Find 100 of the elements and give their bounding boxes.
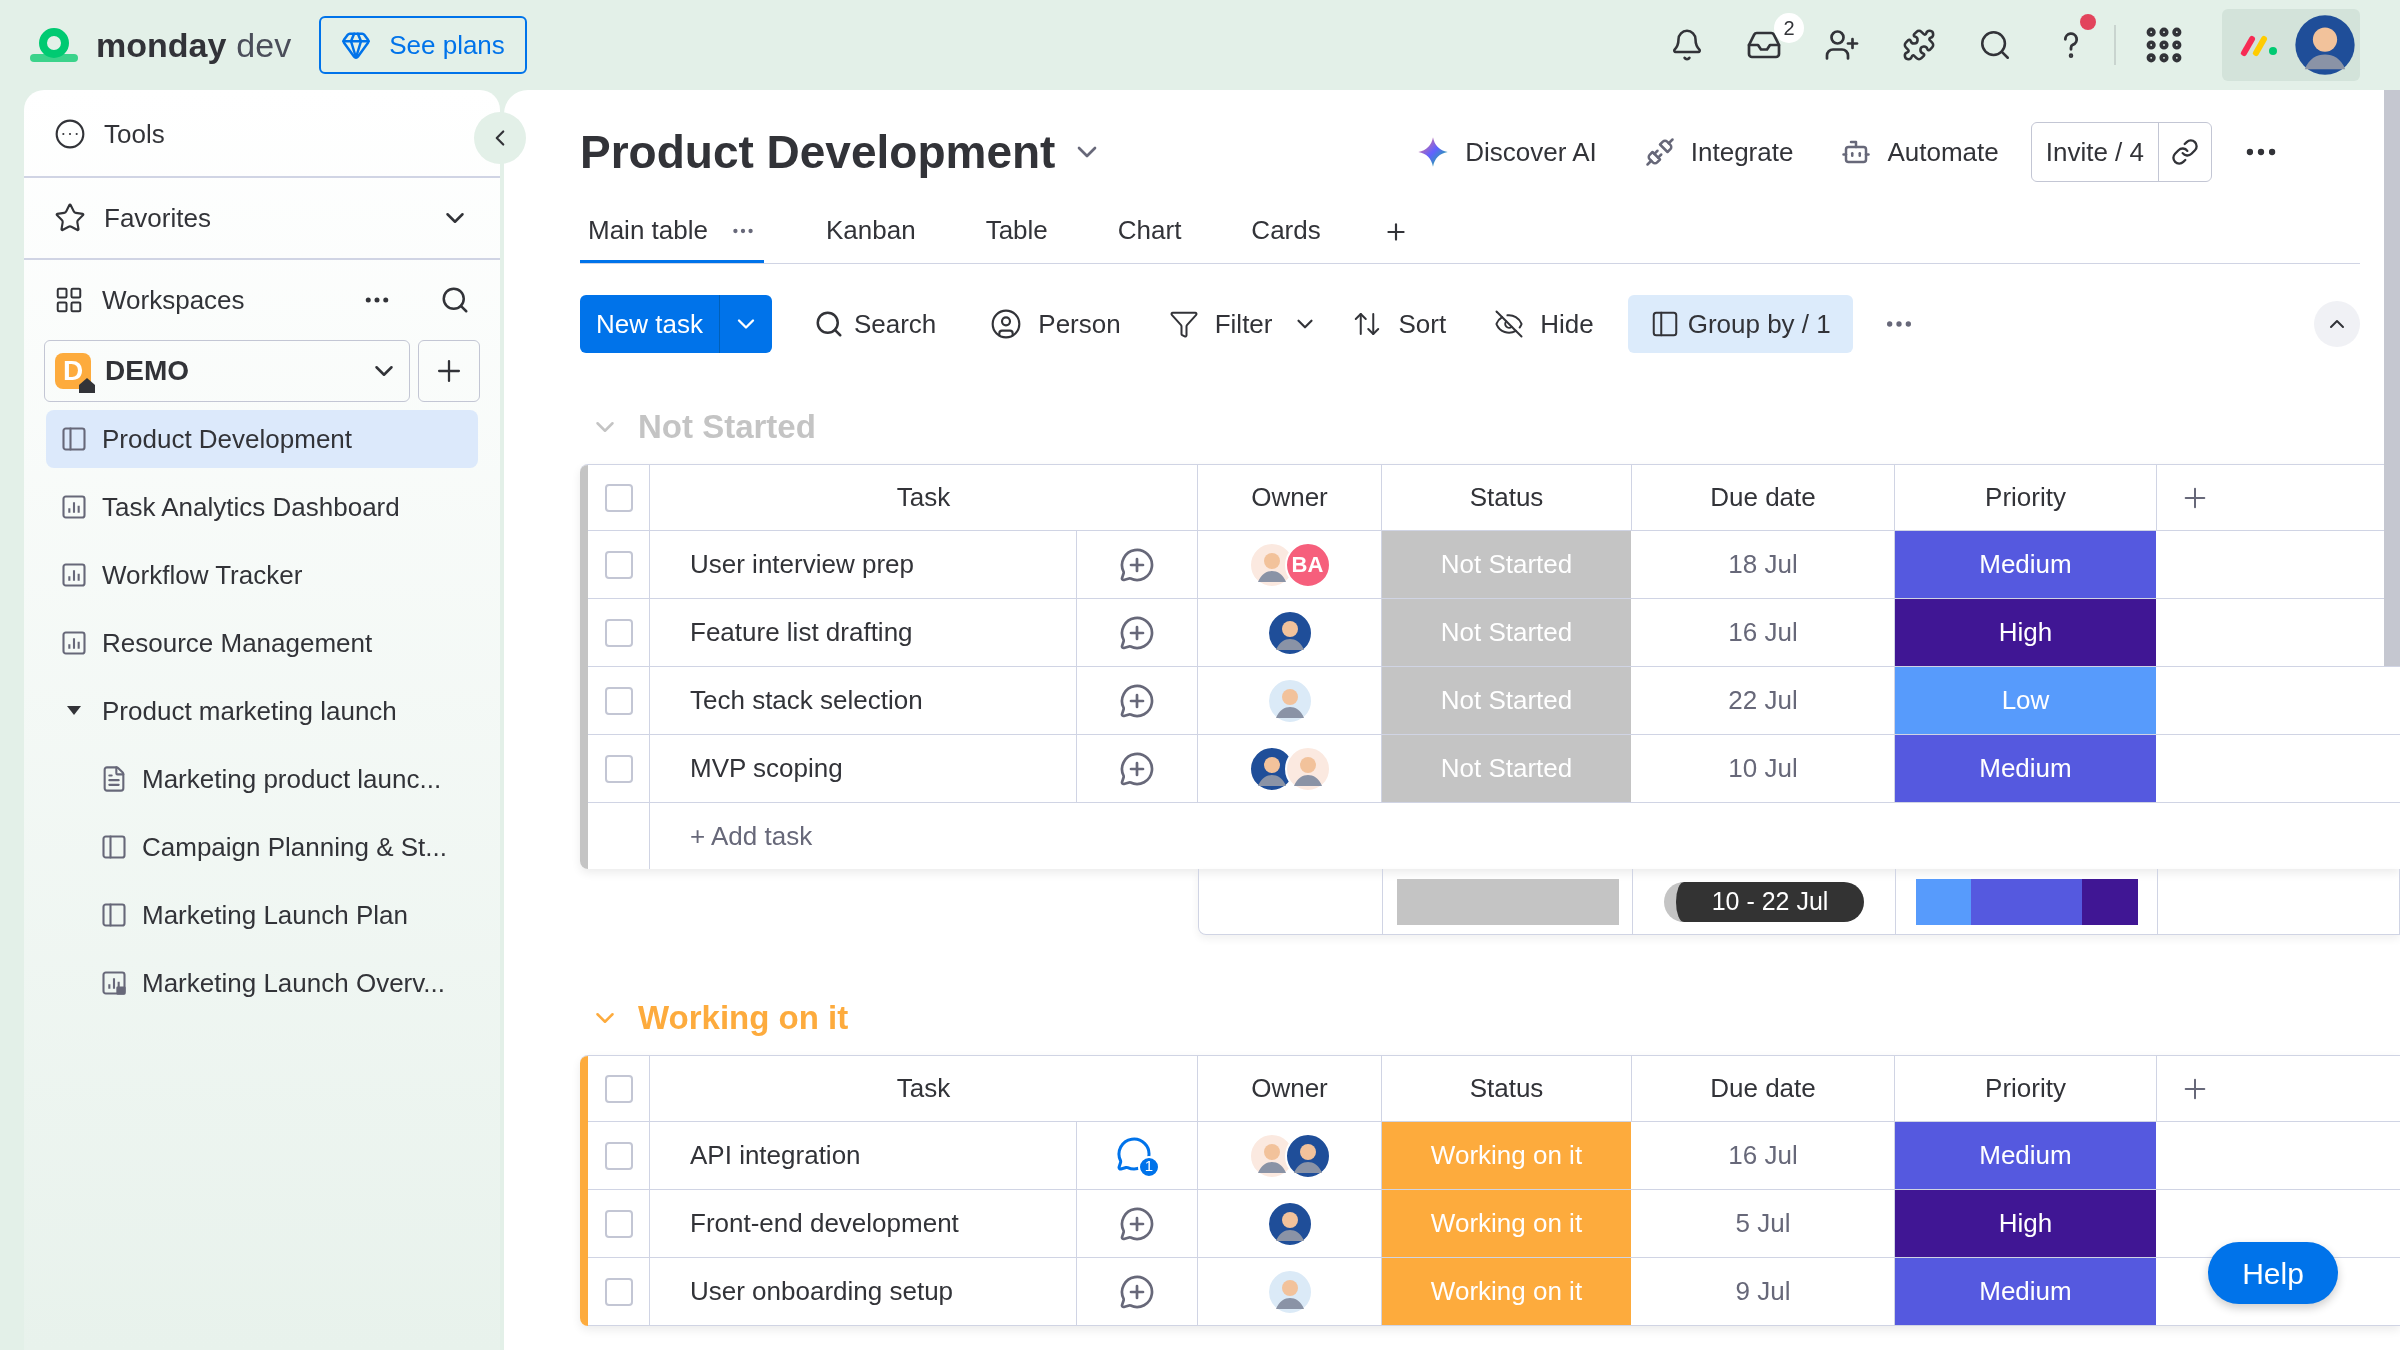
- account-switcher[interactable]: [2222, 9, 2360, 81]
- user-avatar[interactable]: [2294, 14, 2356, 76]
- workspace-selector[interactable]: D DEMO: [44, 340, 410, 402]
- speech-bubble-icon: [1116, 1135, 1152, 1172]
- unplug-icon: [1644, 137, 1675, 167]
- priority-cell[interactable]: High: [1895, 1190, 2157, 1257]
- inbox-badge: 2: [1774, 13, 1804, 43]
- column-header: Status: [1469, 481, 1544, 514]
- filter-button[interactable]: Filter: [1168, 304, 1273, 344]
- add-update-icon[interactable]: [1119, 546, 1155, 583]
- see-plans-button[interactable]: See plans: [319, 16, 527, 74]
- caret-icon[interactable]: [67, 706, 81, 716]
- board-icon: [100, 901, 128, 929]
- checkbox[interactable]: [604, 1141, 633, 1170]
- person-filter-button[interactable]: Person: [990, 304, 1121, 344]
- locked-chart-icon: [100, 969, 128, 997]
- search-icon[interactable]: [440, 285, 470, 315]
- add-update-icon[interactable]: [1119, 1205, 1155, 1242]
- checkbox[interactable]: [604, 754, 633, 783]
- header-action-button[interactable]: Integrate: [1644, 132, 1794, 172]
- priority-cell[interactable]: Medium: [1895, 531, 2157, 598]
- due-date[interactable]: 22 Jul: [1728, 681, 1798, 720]
- workspaces-label: Workspaces: [102, 283, 246, 317]
- comment-count-icon[interactable]: 1: [1116, 1135, 1158, 1176]
- due-date[interactable]: 16 Jul: [1728, 613, 1798, 652]
- task-name[interactable]: User interview prep: [690, 545, 914, 584]
- due-date[interactable]: 18 Jul: [1728, 545, 1798, 584]
- column-header: Priority: [1985, 481, 2066, 514]
- sidebar-item[interactable]: Campaign Planning & St...: [46, 818, 478, 876]
- notifications-icon[interactable]: [1670, 28, 1704, 62]
- board-icon: [60, 425, 88, 453]
- checkbox[interactable]: [604, 618, 633, 647]
- sidebar-item[interactable]: Resource Management: [46, 614, 478, 672]
- add-button[interactable]: [418, 340, 480, 402]
- priority-cell[interactable]: Medium: [1895, 1122, 2157, 1189]
- task-name[interactable]: API integration: [690, 1136, 861, 1175]
- sidebar-item[interactable]: Product marketing launch: [46, 682, 478, 740]
- due-date[interactable]: 9 Jul: [1735, 1272, 1791, 1311]
- column-header: Owner: [1251, 481, 1328, 514]
- sidebar-item[interactable]: Marketing Launch Overv...: [46, 954, 478, 1012]
- view-tab[interactable]: Kanban: [817, 201, 924, 263]
- column-header: Priority: [1985, 1072, 2066, 1105]
- sort-button[interactable]: Sort: [1352, 304, 1447, 344]
- task-name[interactable]: MVP scoping: [690, 749, 843, 788]
- help-button[interactable]: Help: [2208, 1242, 2338, 1304]
- checkbox[interactable]: [604, 1074, 633, 1103]
- checkbox[interactable]: [604, 550, 633, 579]
- hide-button[interactable]: Hide: [1494, 304, 1594, 344]
- due-date[interactable]: 10 Jul: [1728, 749, 1798, 788]
- sidebar-item[interactable]: Workflow Tracker: [46, 546, 478, 604]
- header-action-button[interactable]: Discover AI: [1417, 132, 1597, 172]
- view-tab[interactable]: Main table: [580, 201, 764, 263]
- add-update-icon[interactable]: [1119, 750, 1155, 787]
- header-action-button[interactable]: Automate: [1841, 132, 1999, 172]
- add-update-icon[interactable]: [1119, 614, 1155, 651]
- due-date[interactable]: 5 Jul: [1735, 1204, 1791, 1243]
- workspace-name: DEMO: [105, 354, 190, 388]
- date-range-pill: 10 - 22 Jul: [1664, 881, 1864, 922]
- priority-cell[interactable]: Medium: [1895, 735, 2157, 802]
- brand-name: monday: [96, 24, 227, 66]
- due-date[interactable]: 16 Jul: [1728, 1136, 1798, 1175]
- task-name[interactable]: Feature list drafting: [690, 613, 913, 652]
- invite-member-icon[interactable]: [1824, 27, 1860, 63]
- checkbox[interactable]: [604, 483, 633, 512]
- task-name[interactable]: Tech stack selection: [690, 681, 923, 720]
- sidebar-item[interactable]: Marketing product launc...: [46, 750, 478, 808]
- sidebar-item[interactable]: Task Analytics Dashboard: [46, 478, 478, 536]
- filter-icon: [1168, 309, 1199, 339]
- favorites-icon[interactable]: [54, 202, 86, 234]
- view-tab[interactable]: Table: [977, 201, 1056, 263]
- add-update-icon[interactable]: [1119, 682, 1155, 719]
- board-title: Product Development: [580, 124, 1056, 180]
- product-logo-icon: [2240, 33, 2280, 57]
- add-update-icon[interactable]: [1119, 1273, 1155, 1310]
- workspaces-icon: [54, 285, 84, 315]
- chart-icon: [60, 629, 88, 657]
- add-task-link[interactable]: + Add task: [690, 816, 813, 856]
- hidden-eye-icon: [1494, 309, 1525, 339]
- person-icon: [990, 308, 1023, 340]
- column-header: Task: [896, 481, 951, 514]
- group-by-button[interactable]: Group by / 1: [1627, 295, 1853, 353]
- task-name[interactable]: Front-end development: [690, 1204, 959, 1243]
- apps-icon[interactable]: [1902, 28, 1936, 62]
- checkbox[interactable]: [604, 1209, 633, 1238]
- view-tab[interactable]: Chart: [1109, 201, 1190, 263]
- favorites-label[interactable]: Favorites: [104, 198, 422, 238]
- initials-avatar: BA: [1284, 541, 1331, 588]
- checkbox[interactable]: [604, 686, 633, 715]
- search-button[interactable]: Search: [813, 304, 937, 344]
- sidebar-item[interactable]: Marketing Launch Plan: [46, 886, 478, 944]
- tools-icon[interactable]: [54, 118, 86, 150]
- task-name[interactable]: User onboarding setup: [690, 1272, 954, 1311]
- column-header: Owner: [1251, 1072, 1328, 1105]
- view-tab[interactable]: Cards: [1243, 201, 1329, 263]
- checkbox[interactable]: [604, 1277, 633, 1306]
- sidebar-item[interactable]: Product Development: [46, 410, 478, 468]
- priority-cell[interactable]: High: [1895, 599, 2157, 666]
- priority-cell[interactable]: Medium: [1895, 1258, 2157, 1325]
- search-icon[interactable]: [1978, 28, 2012, 62]
- tools-label[interactable]: Tools: [104, 114, 165, 154]
